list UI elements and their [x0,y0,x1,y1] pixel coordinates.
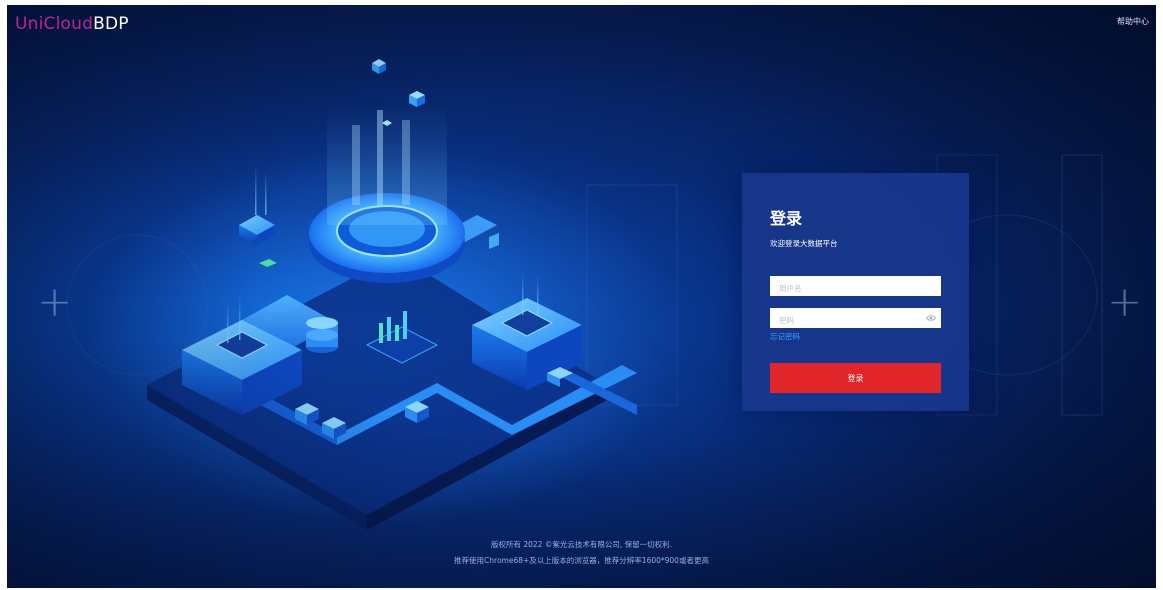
help-center-link[interactable]: 帮助中心 [1117,16,1149,27]
data-platform-illustration [66,59,1103,530]
login-title: 登录 [770,209,803,228]
login-panel: 登录 欢迎登录大数据平台 忘记密码 登录 [742,173,969,411]
footer-browser-tip: 推荐使用Chrome68+及以上版本的浏览器，推荐分辨率1600*900或者更高 [454,556,709,565]
decorative-plus-icon: + [1107,277,1143,326]
password-input[interactable] [770,310,941,331]
logo-brand-part2: BDP [93,14,129,34]
decorative-plus-icon: + [37,277,73,326]
logo-brand-part1: UniCloud [15,14,94,34]
login-page: + + UniCloudBDP 帮助中心 登录 欢迎登录大数据平台 忘记密码 登… [7,5,1156,588]
login-button[interactable]: 登录 [770,363,941,393]
app-logo: UniCloud BDP [15,14,129,34]
eye-icon[interactable] [926,314,936,322]
password-field [770,308,941,331]
username-field [770,276,941,299]
footer-copyright: 版权所有 2022 ©紫光云技术有限公司, 保留一切权利. [490,540,672,549]
login-subtitle: 欢迎登录大数据平台 [770,239,838,248]
forgot-password-link[interactable]: 忘记密码 [770,331,800,342]
username-input[interactable] [770,278,941,299]
